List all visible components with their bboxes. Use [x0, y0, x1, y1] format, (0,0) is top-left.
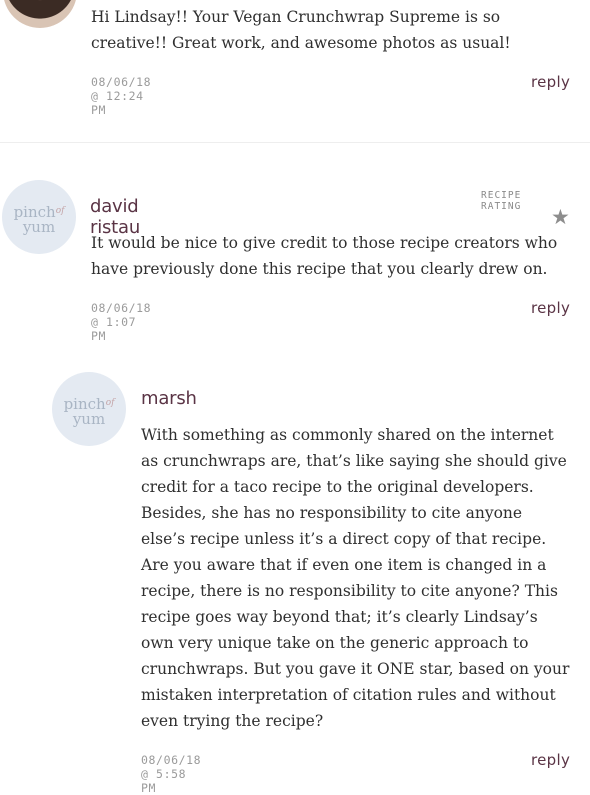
comment-text: Hi Lindsay!! Your Vegan Crunchwrap Supre…: [91, 8, 511, 52]
reply-link[interactable]: reply: [531, 751, 570, 769]
comment-timestamp: 08/06/18 @ 5:58 PM: [141, 753, 202, 795]
reply-link[interactable]: reply: [531, 299, 570, 317]
pinch-of-yum-avatar: pinchof yum: [2, 180, 76, 254]
recipe-rating-label: RECIPE RATING: [481, 190, 522, 212]
pinch-of-yum-logo: pinchof yum: [13, 203, 65, 236]
reply-link[interactable]: reply: [531, 73, 570, 91]
comment-author[interactable]: marsh: [141, 388, 197, 409]
pinch-of-yum-avatar: pinchof yum: [52, 372, 126, 446]
pinch-of-yum-logo: pinchof yum: [63, 395, 115, 428]
comment-text: It would be nice to give credit to those…: [91, 234, 558, 278]
comment-divider: [0, 142, 590, 143]
comment-timestamp: 08/06/18 @ 12:24 PM: [91, 75, 152, 117]
user-avatar: [3, 0, 77, 28]
comment-timestamp: 08/06/18 @ 1:07 PM: [91, 301, 152, 343]
star-icon: ★: [551, 205, 570, 229]
comment-text: With something as commonly shared on the…: [141, 426, 570, 730]
